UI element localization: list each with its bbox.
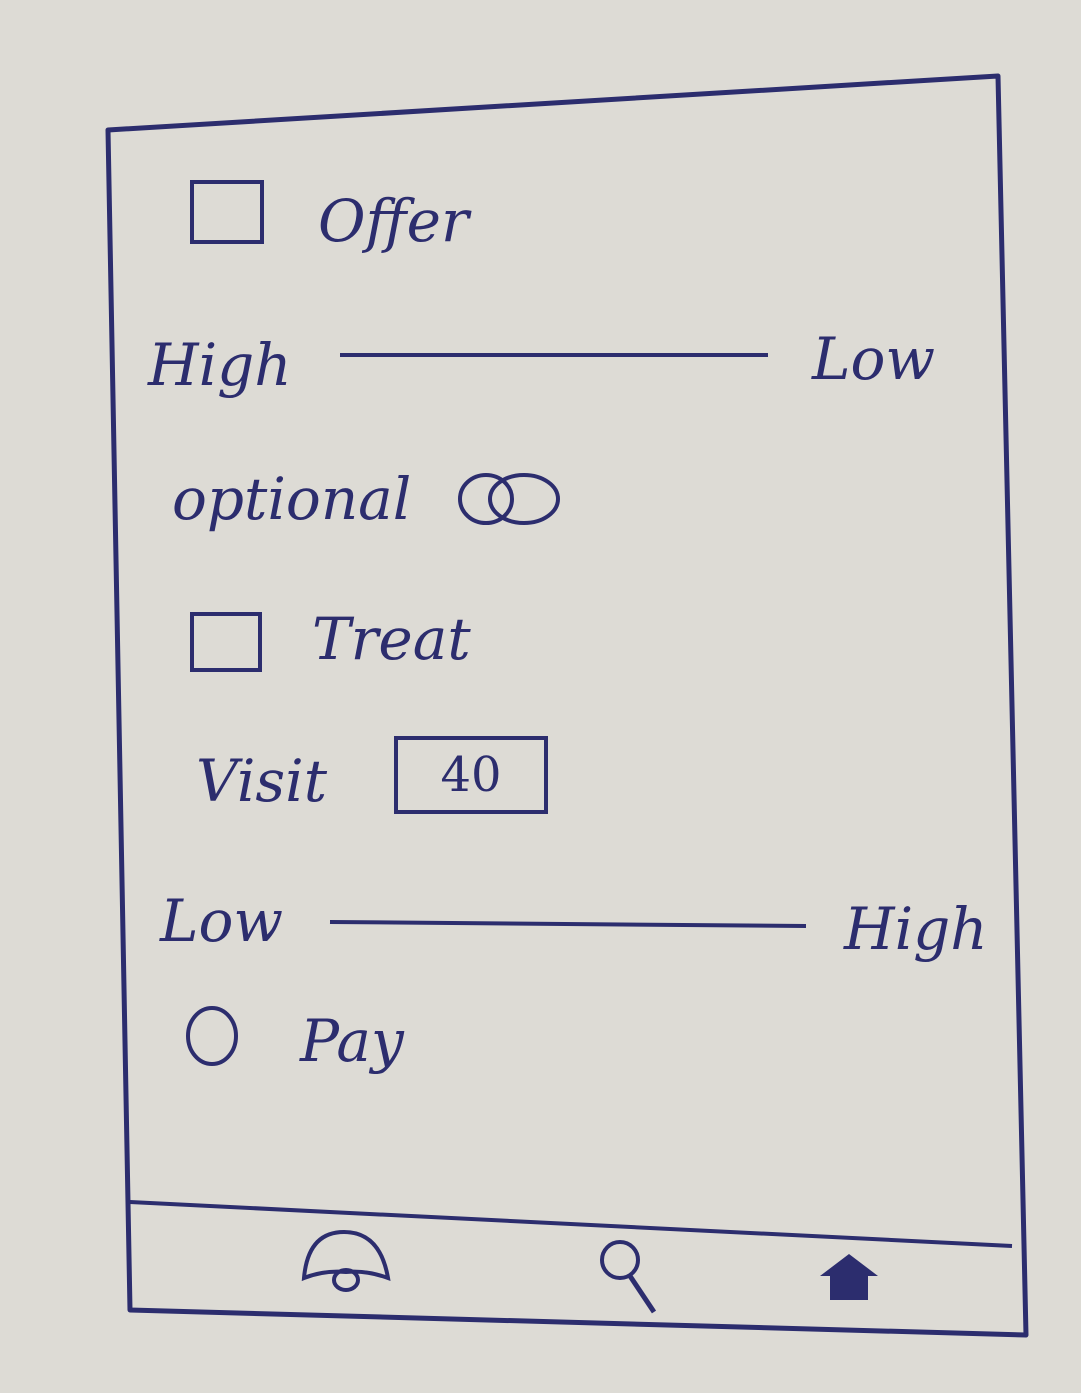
pay-label: Pay xyxy=(300,1007,404,1075)
treat-label: Treat xyxy=(312,605,471,673)
bell-icon[interactable] xyxy=(296,1226,396,1298)
search-icon[interactable] xyxy=(594,1234,664,1318)
treat-checkbox[interactable] xyxy=(190,612,262,672)
home-icon[interactable] xyxy=(816,1250,882,1304)
offer-label: Offer xyxy=(318,187,469,255)
optional-toggle[interactable] xyxy=(452,466,568,532)
offer-checkbox[interactable] xyxy=(190,180,264,244)
pay-radio[interactable] xyxy=(180,1000,246,1072)
optional-label: optional xyxy=(172,465,412,533)
phone-frame xyxy=(105,73,1029,1338)
slider1-right-label: Low xyxy=(812,325,936,393)
visit-input[interactable]: 40 xyxy=(394,736,548,814)
visit-label: Visit xyxy=(196,747,328,815)
slider1-left-label: High xyxy=(148,331,292,399)
slider2-right-label: High xyxy=(844,895,988,963)
slider2-left-label: Low xyxy=(160,887,284,955)
